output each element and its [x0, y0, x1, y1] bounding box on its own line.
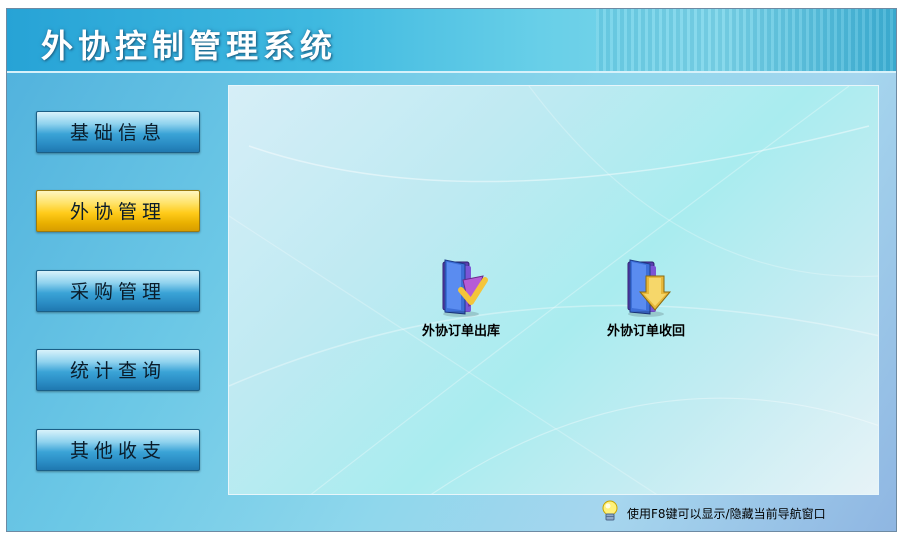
- folder-outbound-icon: [431, 256, 491, 318]
- folder-inbound-icon: [616, 256, 676, 318]
- nav-button-other-income-expense[interactable]: 其他收支: [36, 429, 200, 471]
- nav-button-outsourcing-management[interactable]: 外协管理: [36, 190, 200, 232]
- app-title: 外协控制管理系统: [41, 27, 338, 65]
- shortcut-outsourcing-order-outbound[interactable]: 外协订单出库: [396, 256, 526, 339]
- lightbulb-icon: [599, 499, 621, 527]
- panel-background-decoration: [229, 86, 878, 494]
- nav-button-statistics-query[interactable]: 统计查询: [36, 349, 200, 391]
- status-tip-text: 使用F8键可以显示/隐藏当前导航窗口: [627, 506, 826, 521]
- status-tip: 使用F8键可以显示/隐藏当前导航窗口: [599, 499, 826, 527]
- header-bar: 外协控制管理系统: [7, 9, 896, 73]
- nav-button-basic-info[interactable]: 基础信息: [36, 111, 200, 153]
- shortcut-label: 外协订单出库: [421, 324, 500, 339]
- header-decoration: [596, 9, 896, 71]
- shortcut-outsourcing-order-recall[interactable]: 外协订单收回: [581, 256, 711, 339]
- shortcut-label: 外协订单收回: [606, 324, 685, 339]
- app-window: 外协控制管理系统 基础信息 外协管理 采购管理 统计查询 其他收支 外协订单出库…: [6, 8, 897, 532]
- nav-button-purchase-management[interactable]: 采购管理: [36, 270, 200, 312]
- main-panel: 外协订单出库 外协订单收回: [228, 85, 879, 495]
